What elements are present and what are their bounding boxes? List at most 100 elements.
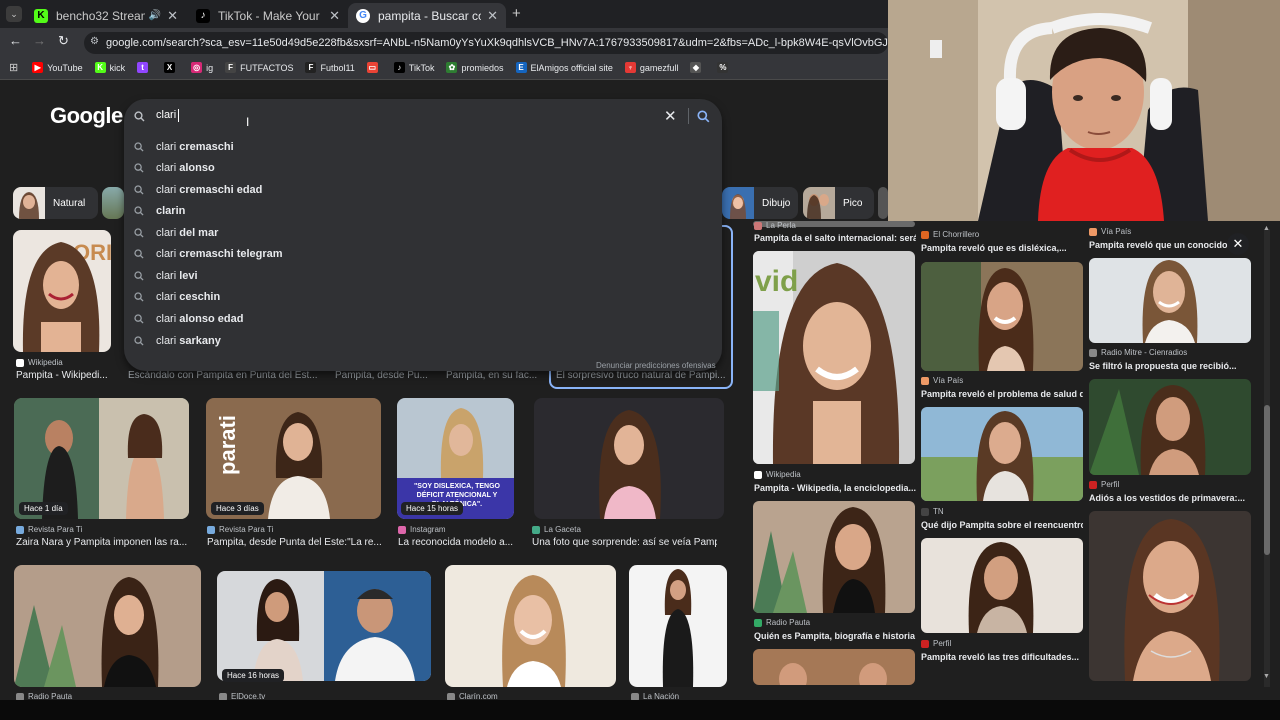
url-text: google.com/search?sca_esv=11e50d49d5e228… (106, 37, 888, 49)
panel-image[interactable] (1089, 511, 1251, 681)
panel-image[interactable] (1089, 379, 1251, 475)
image-result[interactable] (534, 398, 724, 519)
url-bar[interactable]: ⚙ google.com/search?sca_esv=11e50d49d5e2… (84, 32, 888, 54)
tab-kick[interactable]: K bencho32 Stream - Watch L 🔊 ✕ (26, 3, 186, 28)
bookmark-item[interactable]: ▶ YouTube (32, 62, 83, 73)
bookmark-label: ElAmigos official site (530, 62, 613, 73)
panel-image[interactable] (1089, 258, 1251, 343)
result-title[interactable]: El sorpresivo truco natural de Pampi... (556, 370, 726, 381)
search-icon (134, 163, 144, 173)
bookmark-item[interactable]: ♪ TikTok (393, 62, 434, 73)
back-icon[interactable]: ← (9, 33, 22, 48)
scroll-down-icon[interactable]: ▼ (1263, 673, 1270, 680)
suggestion-item[interactable]: clari alonso (134, 158, 215, 178)
suggestion-item[interactable]: clari levi (134, 266, 198, 286)
suggestion-completion: clarin (156, 205, 186, 217)
site-info-icon[interactable]: ⚙ (90, 36, 99, 47)
report-predictions-link[interactable]: Denunciar predicciones ofensivas (596, 361, 716, 370)
search-submit-icon[interactable] (697, 110, 710, 123)
chip-natural[interactable]: Natural (13, 187, 98, 219)
result-title[interactable]: Zaira Nara y Pampita imponen las ra... (16, 537, 201, 548)
image-result[interactable] (445, 565, 616, 687)
image-result[interactable] (629, 565, 727, 687)
panel-title[interactable]: Pampita reveló que es disléxica,... (921, 243, 1083, 253)
search-icon (134, 249, 144, 259)
panel-scrollbar[interactable] (1264, 229, 1270, 687)
image-result[interactable]: ORI (13, 230, 111, 352)
forward-icon[interactable]: → (33, 33, 46, 48)
panel-title[interactable]: Qué dijo Pampita sobre el reencuentro... (921, 520, 1083, 530)
close-panel-button[interactable]: ✕ (1227, 233, 1249, 255)
panel-title[interactable]: Adiós a los vestidos de primavera:... (1089, 493, 1251, 503)
result-title[interactable]: Pampita, desde Punta del Este:"La re... (207, 537, 392, 548)
result-title[interactable]: Una foto que sorprende: así se veía Pamp… (532, 537, 717, 548)
panel-title[interactable]: Se filtró la propuesta que recibió... (1089, 361, 1251, 371)
suggestion-item[interactable]: clari sarkany (134, 331, 221, 351)
bookmark-favicon-icon: F (225, 62, 237, 73)
panel-image[interactable] (921, 407, 1083, 501)
image-result[interactable] (217, 571, 431, 681)
panel-title[interactable]: Quién es Pampita, biografía e historia d… (754, 631, 916, 641)
reload-icon[interactable]: ↻ (58, 33, 69, 49)
bookmark-item[interactable]: X (164, 62, 179, 73)
tab-search-button[interactable]: ⌄ (6, 6, 22, 22)
image-result[interactable] (14, 398, 189, 519)
suggestion-item[interactable]: clarin (134, 201, 185, 221)
bookmark-item[interactable]: ✿ promiedos (446, 62, 504, 73)
chip-pico[interactable]: Pico (803, 187, 874, 219)
scroll-up-icon[interactable]: ▲ (1263, 225, 1270, 232)
bookmark-item[interactable]: ◆ (690, 62, 705, 73)
suggestion-item[interactable]: clari cremaschi telegram (134, 244, 283, 264)
close-tab-icon[interactable]: ✕ (329, 8, 340, 24)
result-title[interactable]: Pampita, en su fac... (446, 370, 538, 381)
time-badge: Hace 1 día (19, 502, 68, 515)
result-source: Revista Para Ti (207, 525, 273, 534)
panel-title[interactable]: Pampita da el salto internacional: será … (754, 233, 916, 243)
tab-tiktok[interactable]: ♪ TikTok - Make Your Day ✕ (188, 3, 348, 28)
suggestion-item[interactable]: clari del mar (134, 223, 218, 243)
result-title[interactable]: Escándalo con Pampita en Punta del Est..… (128, 370, 318, 381)
panel-title[interactable]: Pampita reveló el problema de salud qu..… (921, 389, 1083, 399)
suggestion-item[interactable]: clari ceschin (134, 287, 220, 307)
bookmark-label: ig (206, 62, 214, 73)
close-tab-icon[interactable]: ✕ (487, 8, 498, 24)
panel-image[interactable] (921, 538, 1083, 633)
panel-title[interactable]: Pampita reveló que un conocido act... (1089, 240, 1235, 250)
apps-icon[interactable]: ⊞ (9, 61, 18, 74)
search-input[interactable]: clari (156, 109, 176, 121)
suggestion-item[interactable]: clari cremaschi edad (134, 180, 262, 200)
panel-image[interactable] (921, 262, 1083, 371)
scrollbar-thumb[interactable] (1264, 405, 1270, 555)
suggestion-item[interactable]: clari alonso edad (134, 309, 243, 329)
bookmark-item[interactable]: E ElAmigos official site (515, 62, 613, 73)
suggestion-prefix: clari (156, 162, 177, 174)
panel-title[interactable]: Pampita - Wikipedia, la enciclopedia... (754, 483, 916, 493)
new-tab-button[interactable]: + (512, 5, 521, 22)
image-preview-panel: La Perla Pampita da el salto internacion… (749, 221, 1280, 691)
panel-source: Perfil (1089, 480, 1119, 489)
tab-google[interactable]: G pampita - Buscar con Google ✕ (348, 3, 506, 28)
bookmark-item[interactable]: ◎ ig (191, 62, 213, 73)
speaker-icon[interactable]: 🔊 (149, 10, 161, 21)
divider (688, 108, 689, 124)
image-result[interactable] (14, 565, 201, 687)
bookmark-item[interactable]: F Futbol11 (305, 62, 355, 73)
bookmark-item[interactable]: t (137, 62, 152, 73)
bookmark-item[interactable]: Kkick (94, 62, 125, 73)
bookmark-item[interactable]: F FUTFACTOS (225, 62, 293, 73)
suggestion-item[interactable]: clari cremaschi (134, 137, 234, 157)
panel-title[interactable]: Pampita reveló las tres dificultades... (921, 652, 1083, 662)
close-tab-icon[interactable]: ✕ (167, 8, 178, 24)
chip-dibujo[interactable]: Dibujo (722, 187, 798, 219)
bookmark-item[interactable]: % (717, 62, 732, 73)
panel-image[interactable] (753, 501, 915, 613)
chip-partial[interactable] (878, 187, 888, 219)
google-logo[interactable]: Google (50, 103, 123, 129)
clear-search-icon[interactable]: ✕ (664, 107, 677, 125)
bookmark-item[interactable]: ♆ gamezfull (624, 62, 678, 73)
result-title[interactable]: Pampita, desde Pu... (335, 370, 433, 381)
chip-partial[interactable] (102, 187, 124, 219)
bookmark-item[interactable]: ▭ (366, 62, 382, 73)
result-title[interactable]: Pampita - Wikipedi... (16, 370, 111, 381)
panel-image[interactable] (753, 649, 915, 685)
